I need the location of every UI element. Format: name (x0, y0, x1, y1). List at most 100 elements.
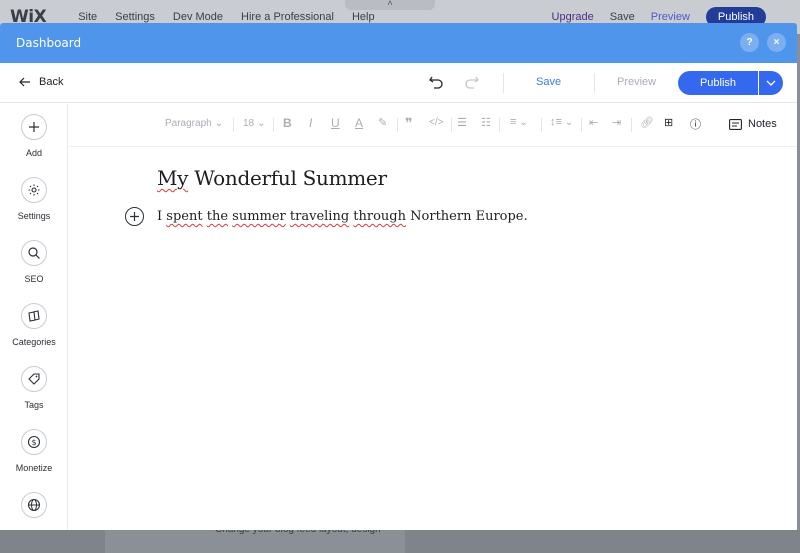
background-menu: Site Settings Dev Mode Hire a Profession… (78, 11, 374, 23)
menu-hire-professional: Hire a Professional (241, 11, 334, 23)
body-word: the (206, 209, 229, 224)
menu-help: Help (351, 11, 375, 23)
background-save: Save (609, 11, 635, 23)
upgrade-link: Upgrade (551, 11, 594, 23)
sidebar-item-label: SEO (24, 274, 44, 284)
numbered-list-icon[interactable]: ☰ (457, 116, 467, 129)
back-button[interactable]: Back (19, 76, 63, 88)
dashboard-modal: Dashboard ? × Back Save Preview Publish (0, 23, 797, 530)
post-editor[interactable]: My Wonderful Summer I spent the summer t… (69, 147, 797, 530)
publish-options-button[interactable] (759, 71, 783, 95)
plus-icon (21, 114, 47, 140)
font-size-value: 18 (243, 118, 255, 129)
sidebar-item-tags[interactable]: Tags (0, 366, 68, 410)
menu-dev-mode: Dev Mode (172, 11, 224, 23)
plus-icon (130, 212, 139, 221)
sidebar-item-label: Settings (17, 211, 51, 221)
italic-icon[interactable]: I (309, 116, 312, 130)
gear-icon (21, 177, 47, 203)
paragraph-style-dropdown[interactable]: Paragraph ⌄ (165, 118, 223, 129)
increase-indent-icon[interactable]: ⇥ (612, 116, 621, 129)
notes-label: Notes (748, 118, 777, 130)
body-word: spent (166, 209, 203, 224)
notes-icon (729, 118, 742, 130)
formatting-toolbar: Paragraph ⌄ 18 ⌄ B I U A ✎ ❞ </> ☰ ☷ ≡ ⌄… (69, 104, 797, 147)
add-block-button[interactable] (125, 207, 144, 226)
post-title-word: Wonderful Summer (194, 166, 387, 190)
menu-settings: Settings (115, 11, 155, 23)
categories-icon (21, 303, 47, 329)
sidebar-item-categories[interactable]: Categories (0, 303, 68, 347)
background-preview: Preview (650, 11, 690, 23)
save-button[interactable]: Save (536, 76, 561, 88)
back-label: Back (39, 76, 64, 88)
body-word: traveling (289, 209, 350, 224)
text-color-icon[interactable]: A (355, 116, 363, 130)
tag-icon (21, 366, 47, 392)
divider (451, 118, 452, 132)
sidebar-item-label: Monetize (15, 463, 53, 473)
divider (233, 118, 234, 132)
post-title[interactable]: My Wonderful Summer (157, 166, 387, 190)
align-left-icon: ≡ (510, 116, 517, 128)
action-bar: Back Save Preview Publish (0, 63, 797, 103)
line-spacing-dropdown[interactable]: ↕≡ ⌄ (550, 116, 573, 128)
link-icon[interactable]: 🔗︎ (640, 116, 654, 129)
body-word: Northern Europe. (410, 209, 528, 224)
decrease-indent-icon[interactable]: ⇤ (589, 116, 598, 129)
divider (581, 118, 582, 132)
collapse-tab: ˄ (345, 0, 435, 10)
help-button[interactable]: ? (740, 33, 759, 52)
sidebar-item-languages[interactable] (0, 492, 68, 518)
quote-icon[interactable]: ❞ (405, 115, 413, 132)
divider (503, 73, 504, 93)
search-icon (21, 240, 47, 266)
post-paragraph[interactable]: I spent the summer traveling through Nor… (157, 209, 528, 224)
code-icon[interactable]: </> (429, 117, 443, 128)
font-size-dropdown[interactable]: 18 ⌄ (243, 118, 266, 129)
chevron-down-icon: ⌄ (519, 116, 528, 128)
preview-button[interactable]: Preview (617, 76, 656, 88)
menu-site: Site (78, 11, 98, 23)
modal-title: Dashboard (16, 36, 82, 50)
sidebar-item-seo[interactable]: SEO (0, 240, 68, 284)
divider (273, 118, 274, 132)
sidebar-item-monetize[interactable]: $ Monetize (0, 429, 68, 473)
chevron-down-icon: ⌄ (564, 116, 574, 128)
globe-icon (21, 492, 47, 518)
chevron-down-icon: ⌄ (214, 118, 224, 129)
post-title-word: My (157, 166, 189, 190)
underline-icon[interactable]: U (331, 116, 340, 130)
bulleted-list-icon[interactable]: ☷ (481, 116, 491, 129)
alignment-dropdown[interactable]: ≡ ⌄ (510, 116, 528, 128)
bold-icon[interactable]: B (283, 116, 292, 130)
publish-label: Publish (699, 77, 737, 89)
divider (541, 118, 542, 132)
divider (499, 118, 500, 132)
info-icon[interactable]: ⓘ (690, 116, 701, 132)
body-word: through (353, 209, 407, 224)
dollar-icon: $ (21, 429, 47, 455)
notes-button[interactable]: Notes (729, 118, 777, 130)
divider (631, 118, 632, 132)
sidebar: Add Settings SEO Categories Tags $ Monet… (0, 104, 68, 530)
undo-icon[interactable] (428, 74, 444, 90)
sidebar-item-label: Tags (24, 400, 44, 410)
svg-text:$: $ (31, 438, 36, 447)
modal-header: Dashboard ? × (0, 23, 797, 63)
body-word: I (157, 209, 163, 224)
publish-button[interactable]: Publish (678, 71, 758, 95)
close-icon: × (773, 37, 780, 48)
divider (397, 118, 398, 132)
add-comment-icon[interactable]: ⊞ (664, 116, 673, 129)
redo-icon[interactable] (464, 74, 480, 90)
sidebar-item-add[interactable]: Add (0, 114, 68, 158)
body-word: summer (232, 209, 286, 224)
arrow-left-icon (19, 77, 30, 87)
paragraph-style-value: Paragraph (165, 118, 212, 129)
close-button[interactable]: × (767, 33, 786, 52)
sidebar-item-settings[interactable]: Settings (0, 177, 68, 221)
sidebar-item-label: Categories (12, 337, 56, 347)
divider (594, 73, 595, 93)
highlight-icon[interactable]: ✎ (378, 116, 387, 129)
